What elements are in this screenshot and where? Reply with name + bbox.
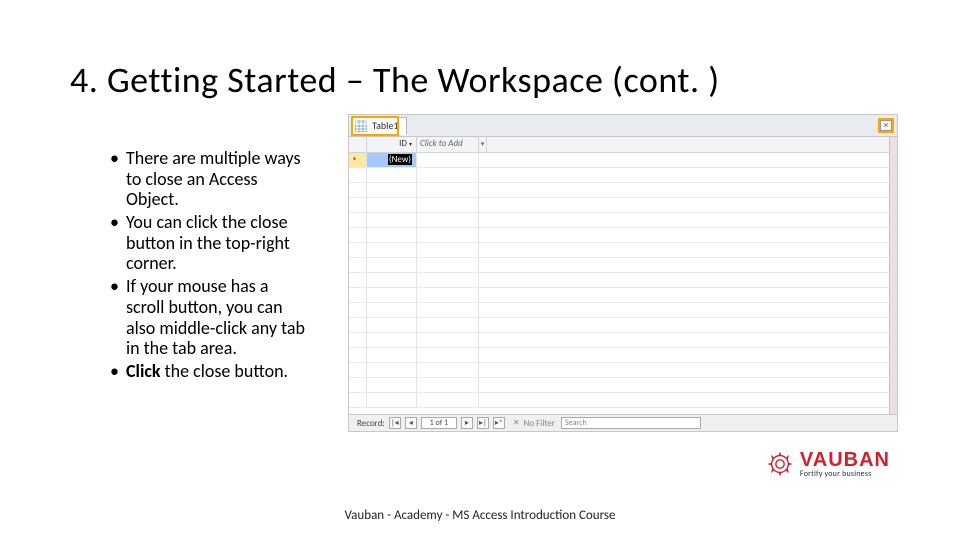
column-header-row: ID ▾ Click to Add ▾ [349, 137, 897, 153]
column-header-id[interactable]: ID ▾ [367, 137, 417, 152]
footer-text: Vauban - Academy - MS Access Introductio… [0, 508, 960, 523]
datasheet-grid[interactable]: (New) [349, 153, 897, 415]
click-to-add-dropdown[interactable]: ▾ [479, 137, 487, 152]
column-header-click-to-add[interactable]: Click to Add [417, 137, 479, 152]
cell-id[interactable]: (New) [367, 153, 417, 167]
brand-logo: VAUBAN Fortify your business [766, 450, 890, 478]
close-button[interactable]: × [880, 120, 892, 131]
bullet-item: There are multiple ways to close an Acce… [110, 148, 310, 210]
nav-new-button[interactable]: ▸* [493, 417, 505, 429]
nav-last-button[interactable]: ▸| [477, 417, 489, 429]
nav-first-button[interactable]: |◂ [389, 417, 401, 429]
row-selector[interactable] [349, 153, 367, 167]
nav-next-button[interactable]: ▸ [461, 417, 473, 429]
bullet-list: There are multiple ways to close an Acce… [110, 148, 310, 384]
vertical-scrollbar[interactable] [889, 137, 897, 414]
record-label: Record: [353, 418, 385, 429]
table-row[interactable]: (New) [349, 153, 897, 168]
nav-position[interactable]: 1 of 1 [421, 417, 457, 429]
access-screenshot: Table1 × ID ▾ Click to Add ▾ (New) [348, 114, 898, 432]
nav-search-input[interactable]: Search [561, 417, 701, 429]
tab-strip: Table1 × [349, 115, 897, 137]
bullet-item: Click the close button. [110, 361, 310, 382]
table-icon [355, 120, 367, 132]
brand-name: VAUBAN [800, 450, 890, 470]
page-title: 4. Getting Started – The Workspace (cont… [70, 58, 720, 102]
gear-icon [766, 450, 794, 478]
document-tab[interactable]: Table1 [351, 117, 407, 135]
cell-add[interactable] [417, 153, 479, 167]
record-nav-bar: Record: |◂ ◂ 1 of 1 ▸ ▸| ▸* ✕ No Filter … [349, 414, 897, 431]
bullet-item: You can click the close button in the to… [110, 212, 310, 274]
bullet-item: If your mouse has a scroll button, you c… [110, 276, 310, 359]
nav-filter-status: No Filter [524, 418, 555, 429]
brand-tagline: Fortify your business [800, 470, 890, 478]
row-selector-header[interactable] [349, 137, 367, 152]
tab-label: Table1 [372, 119, 398, 132]
nav-prev-button[interactable]: ◂ [405, 417, 417, 429]
